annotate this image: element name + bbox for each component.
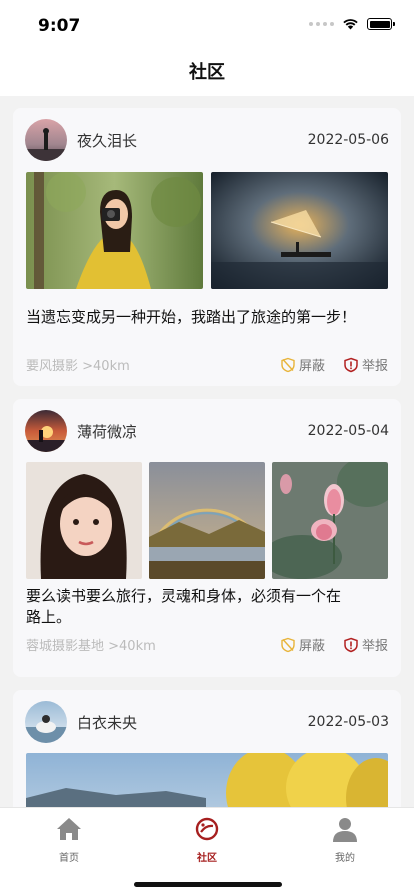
tab-bar: 首页 社区 我的 xyxy=(0,807,414,896)
post-date: 2022-05-06 xyxy=(307,132,389,148)
post-photo[interactable] xyxy=(272,462,388,579)
status-time: 9:07 xyxy=(38,16,81,36)
report-button[interactable]: 举报 xyxy=(343,355,388,374)
post-date: 2022-05-04 xyxy=(307,423,389,439)
home-indicator xyxy=(134,882,282,887)
post-meta: 要风摄影 >40km 屏蔽 举报 xyxy=(26,355,388,374)
post-card[interactable]: 夜久泪长 2022-05-06 当遗忘变成另一种开始，我踏出了旅途的第一步！ 要… xyxy=(13,108,401,386)
post-caption-line: 路上。 xyxy=(26,608,72,626)
tab-profile[interactable]: 我的 xyxy=(305,816,385,864)
page-title: 社区 xyxy=(189,62,225,83)
username[interactable]: 夜久泪长 xyxy=(77,130,308,151)
post-caption-line: 要么读书要么旅行，灵魂和身体，必须有一个在 xyxy=(26,587,342,605)
post-header: 夜久泪长 2022-05-06 xyxy=(25,118,389,162)
tab-label: 社区 xyxy=(197,853,217,864)
post-photo[interactable] xyxy=(211,172,388,289)
avatar[interactable] xyxy=(25,701,67,743)
post-header: 薄荷微凉 2022-05-04 xyxy=(25,409,389,453)
post-date: 2022-05-03 xyxy=(307,714,389,730)
post-location[interactable]: 蓉城摄影基地 >40km xyxy=(26,635,262,654)
report-icon xyxy=(344,357,358,372)
post-meta: 蓉城摄影基地 >40km 屏蔽 举报 xyxy=(26,635,388,654)
signal-icon xyxy=(309,22,334,26)
block-label: 屏蔽 xyxy=(298,359,325,374)
profile-icon xyxy=(333,818,357,842)
wifi-icon xyxy=(343,19,358,30)
post-photo[interactable] xyxy=(26,753,388,807)
tab-community[interactable]: 社区 xyxy=(167,816,247,864)
post-photo[interactable] xyxy=(26,462,142,579)
post-location[interactable]: 要风摄影 >40km xyxy=(26,355,262,374)
post-photo[interactable] xyxy=(149,462,265,579)
block-icon xyxy=(281,637,295,652)
block-button[interactable]: 屏蔽 xyxy=(280,635,325,654)
username[interactable]: 白衣未央 xyxy=(77,712,308,733)
nav-bar: 社区 xyxy=(0,50,414,96)
block-label: 屏蔽 xyxy=(298,639,325,654)
report-button[interactable]: 举报 xyxy=(343,635,388,654)
username[interactable]: 薄荷微凉 xyxy=(77,421,308,442)
community-feed[interactable]: 夜久泪长 2022-05-06 当遗忘变成另一种开始，我踏出了旅途的第一步！ 要… xyxy=(0,96,414,807)
post-header: 白衣未央 2022-05-03 xyxy=(25,700,389,744)
report-icon xyxy=(344,637,358,652)
post-photo[interactable] xyxy=(26,172,203,289)
block-button[interactable]: 屏蔽 xyxy=(280,355,325,374)
avatar[interactable] xyxy=(25,119,67,161)
tab-home[interactable]: 首页 xyxy=(29,816,109,864)
home-icon xyxy=(57,818,81,840)
avatar[interactable] xyxy=(25,410,67,452)
tab-label: 我的 xyxy=(335,853,355,864)
battery-icon xyxy=(367,18,395,30)
post-caption: 当遗忘变成另一种开始，我踏出了旅途的第一步！ xyxy=(26,308,357,326)
status-icons xyxy=(309,18,395,30)
status-bar: 9:07 xyxy=(0,0,414,50)
report-label: 举报 xyxy=(361,359,388,374)
block-icon xyxy=(281,357,295,372)
tab-label: 首页 xyxy=(59,853,79,864)
community-icon xyxy=(195,817,219,841)
post-caption: 要么读书要么旅行，灵魂和身体，必须有一个在 路上。 xyxy=(26,586,341,628)
post-card[interactable]: 薄荷微凉 2022-05-04 要么读书要么旅行，灵魂和身体，必须有一个在 路上… xyxy=(13,399,401,677)
report-label: 举报 xyxy=(361,639,388,654)
post-card[interactable]: 白衣未央 2022-05-03 xyxy=(13,690,401,807)
